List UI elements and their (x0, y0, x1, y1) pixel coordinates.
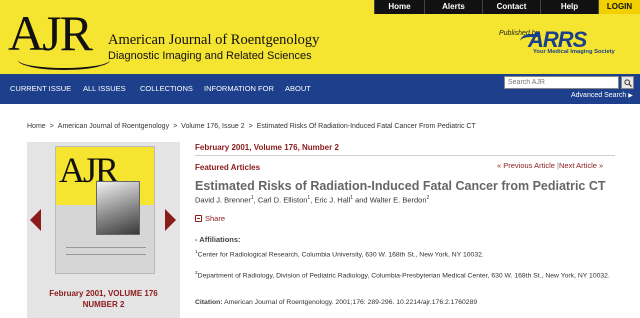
topnav-contact-link[interactable]: Contact (482, 0, 540, 14)
article-title: Estimated Risks of Radiation-Induced Fat… (195, 179, 606, 193)
arrs-tagline: Your Medical Imaging Society (533, 49, 615, 55)
nav-information-for[interactable]: INFORMATION FOR (204, 74, 274, 104)
breadcrumb-issue[interactable]: Volume 176, Issue 2 (181, 123, 244, 130)
site-header: AJR American Journal of Roentgenology Di… (0, 0, 640, 74)
next-issue-arrow-icon[interactable] (165, 209, 176, 231)
nav-current-issue[interactable]: CURRENT ISSUE (10, 74, 71, 104)
breadcrumb-separator: > (173, 123, 178, 130)
issue-cover-image[interactable]: AJR (55, 146, 155, 274)
author-link[interactable]: Eric J. Hall (314, 196, 350, 205)
breadcrumb-separator: > (49, 123, 54, 130)
author-link[interactable]: Walter E. Berdon (370, 196, 427, 205)
share-label: Share (205, 214, 226, 223)
author-link[interactable]: David J. Brenner (195, 196, 251, 205)
article-pagination: « Previous Article |Next Article » (497, 161, 603, 170)
login-button[interactable]: LOGIN (598, 0, 640, 14)
breadcrumb-journal[interactable]: American Journal of Roentgenology (58, 123, 169, 130)
logo-swoosh (18, 50, 110, 70)
advanced-search-link[interactable]: Advanced Search ▶ (571, 92, 633, 99)
previous-issue-arrow-icon[interactable] (30, 209, 41, 231)
nav-about[interactable]: ABOUT (285, 74, 311, 104)
affiliations-heading[interactable]: - Affiliations: (195, 235, 241, 244)
breadcrumb-home[interactable]: Home (27, 123, 46, 130)
affiliation-text: Department of Radiology, Division of Ped… (197, 272, 610, 280)
citation-text: American Journal of Roentgenology. 2001;… (224, 299, 478, 306)
cover-issue-date[interactable]: February 2001, VOLUME 176 NUMBER 2 (27, 288, 180, 310)
citation: Citation: American Journal of Roentgenol… (195, 299, 477, 306)
divider (195, 155, 615, 156)
author-link[interactable]: Carl D. Elliston (258, 196, 308, 205)
next-article-link[interactable]: Next Article » (559, 161, 603, 170)
previous-article-link[interactable]: « Previous Article (497, 161, 555, 170)
cover-xray-image (96, 181, 140, 235)
author-affiliation-marker: 1 (350, 195, 353, 201)
chevron-right-icon: ▶ (628, 93, 633, 99)
citation-label: Citation: (195, 299, 223, 306)
search-button[interactable] (621, 76, 634, 89)
advanced-search-label: Advanced Search (571, 92, 627, 99)
cover-issue-line2: NUMBER 2 (82, 300, 125, 309)
top-utility-nav: Home Alerts Contact Help LOGIN (374, 0, 640, 14)
cover-issue-line1: February 2001, VOLUME 176 (49, 289, 158, 298)
search-input[interactable] (504, 76, 619, 89)
author-affiliation-marker: 2 (426, 195, 430, 201)
topnav-alerts-link[interactable]: Alerts (424, 0, 482, 14)
author-affiliation-marker: 1 (307, 195, 311, 201)
cover-fine-print (66, 247, 146, 255)
journal-title[interactable]: American Journal of Roentgenology (108, 32, 319, 49)
affiliation-item: 1Center for Radiological Research, Colum… (195, 248, 615, 260)
issue-date[interactable]: February 2001, Volume 176, Number 2 (195, 143, 339, 152)
author-list: David J. Brenner1, Carl D. Elliston1, Er… (195, 195, 430, 205)
share-button[interactable]: Share (195, 214, 225, 223)
affiliation-text: Center for Radiological Research, Columb… (197, 251, 484, 259)
nav-collections[interactable]: COLLECTIONS (140, 74, 193, 104)
share-icon (195, 215, 202, 222)
search-icon (623, 78, 632, 87)
article-type: Featured Articles (195, 163, 261, 172)
breadcrumb: Home > American Journal of Roentgenology > V… (27, 123, 476, 130)
nav-all-issues[interactable]: ALL ISSUES (83, 74, 126, 104)
affiliation-item: 2Department of Radiology, Division of Pe… (195, 269, 620, 281)
topnav-home-link[interactable]: Home (374, 0, 424, 14)
breadcrumb-separator: > (248, 123, 253, 130)
topnav-help-link[interactable]: Help (540, 0, 598, 14)
author-affiliation-marker: 1 (250, 195, 254, 201)
journal-subtitle: Diagnostic Imaging and Related Sciences (108, 50, 312, 62)
breadcrumb-current-article: Estimated Risks Of Radiation-Induced Fat… (256, 123, 476, 130)
